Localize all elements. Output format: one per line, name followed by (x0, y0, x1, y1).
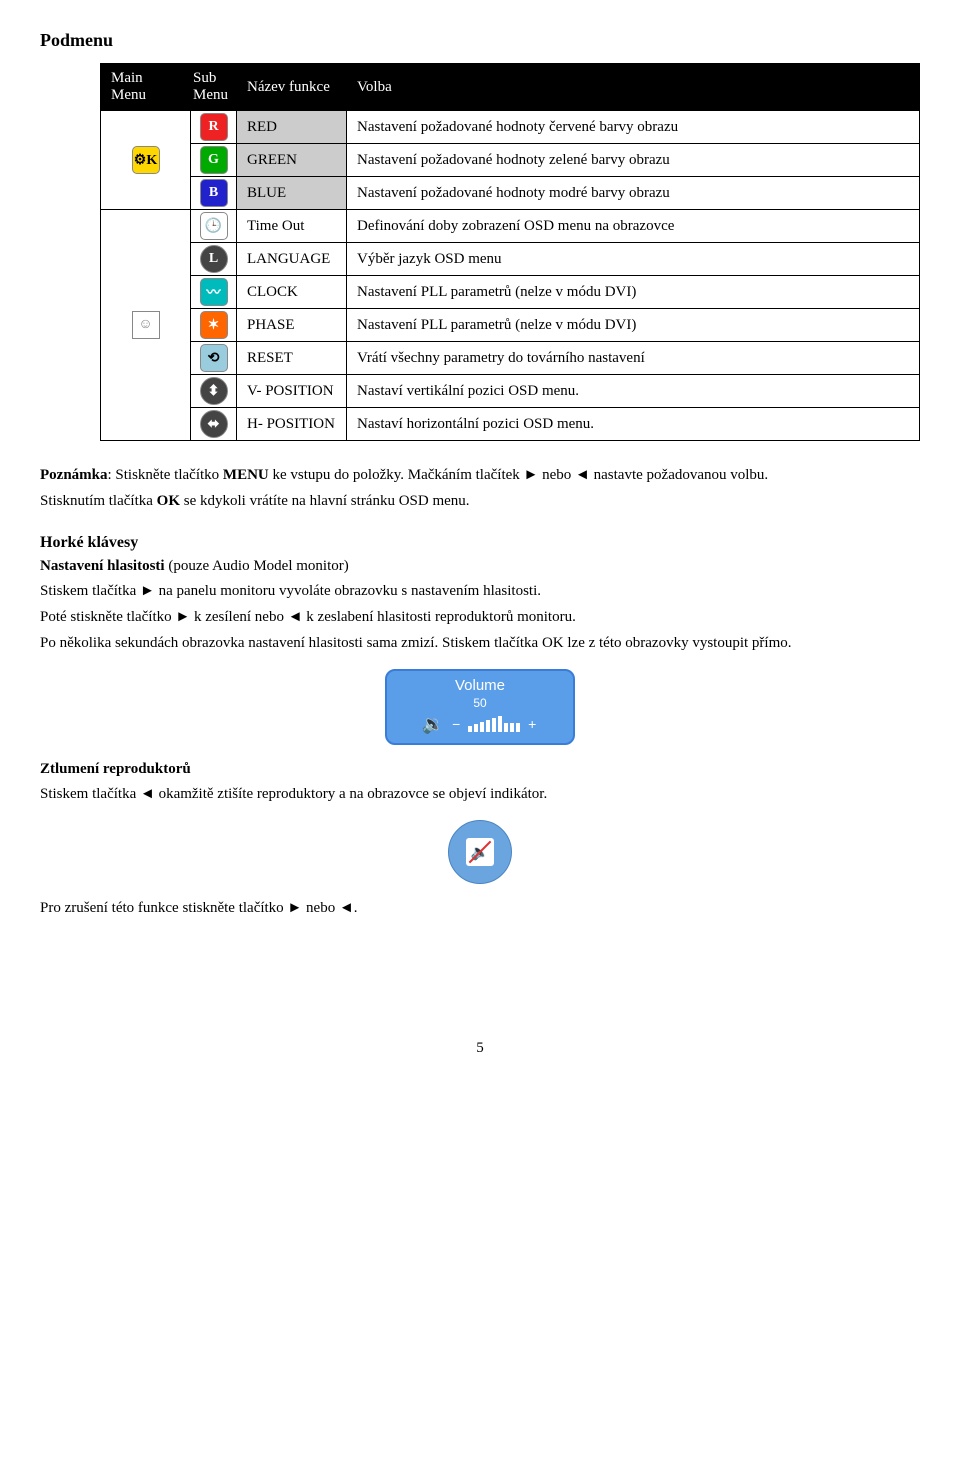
note-text: Stisknutím tlačítka (40, 493, 157, 509)
page-heading-podmenu: Podmenu (40, 30, 920, 51)
func-label: LANGUAGE (237, 243, 347, 276)
mute-p1: Stiskem tlačítka ◄ okamžitě ztišíte repr… (40, 784, 920, 806)
func-desc: Nastaví horizontální pozici OSD menu. (347, 408, 920, 441)
table-row: B BLUE Nastavení požadované hodnoty modr… (101, 177, 920, 210)
note-text: se kdykoli vrátíte na hlavní stránku OSD… (180, 493, 470, 509)
note-text: ke vstupu do položky. Mačkáním tlačítek … (269, 467, 768, 483)
func-desc: Definování doby zobrazení OSD menu na ob… (347, 210, 920, 243)
language-icon: L (200, 245, 228, 273)
reset-icon: ⟲ (200, 344, 228, 372)
ok-bold: OK (157, 493, 180, 509)
minus-icon: − (450, 716, 462, 732)
func-label: V- POSITION (237, 375, 347, 408)
func-desc: Nastavení PLL parametrů (nelze v módu DV… (347, 276, 920, 309)
func-desc: Nastavení požadované hodnoty červené bar… (347, 111, 920, 144)
vposition-icon: ⬍ (200, 377, 228, 405)
table-row: 〰 CLOCK Nastavení PLL parametrů (nelze v… (101, 276, 920, 309)
func-label: GREEN (237, 144, 347, 177)
color-menu-icon: ⚙K (132, 146, 160, 174)
func-label: CLOCK (237, 276, 347, 309)
func-label: H- POSITION (237, 408, 347, 441)
blue-icon: B (200, 179, 228, 207)
th-sub-menu: Sub Menu (191, 64, 237, 111)
volume-bar-row: 🔉 − + (395, 714, 565, 735)
red-icon: R (200, 113, 228, 141)
volume-bars-icon (468, 716, 520, 732)
note-prefix: Poznámka (40, 467, 108, 483)
func-desc: Nastavení PLL parametrů (nelze v módu DV… (347, 309, 920, 342)
func-desc: Nastaví vertikální pozici OSD menu. (347, 375, 920, 408)
table-row: ⬍ V- POSITION Nastaví vertikální pozici … (101, 375, 920, 408)
volume-value: 50 (395, 696, 565, 710)
th-option: Volba (347, 64, 920, 111)
volume-osd-widget: Volume 50 🔉 − + (385, 669, 575, 745)
clock-icon: 🕒 (200, 212, 228, 240)
note-text: : Stiskněte tlačítko (108, 467, 223, 483)
hposition-icon: ⬌ (200, 410, 228, 438)
func-label: BLUE (237, 177, 347, 210)
func-desc: Nastavení požadované hodnoty zelené barv… (347, 144, 920, 177)
volume-title: Volume (395, 677, 565, 694)
volume-bold: Nastavení hlasitosti (40, 558, 165, 574)
table-row: ⚙K R RED Nastavení požadované hodnoty če… (101, 111, 920, 144)
speaker-muted-icon: 🔈 (466, 838, 494, 866)
table-row: ⬌ H- POSITION Nastaví horizontální pozic… (101, 408, 920, 441)
page-number: 5 (40, 1040, 920, 1057)
table-row: L LANGUAGE Výběr jazyk OSD menu (101, 243, 920, 276)
green-icon: G (200, 146, 228, 174)
th-main-menu: Main Menu (101, 64, 191, 111)
speaker-icon: 🔉 (422, 714, 444, 735)
hotkeys-heading: Horké klávesy (40, 534, 920, 552)
func-label: RED (237, 111, 347, 144)
func-desc: Vrátí všechny parametry do továrního nas… (347, 342, 920, 375)
table-row: ✶ PHASE Nastavení PLL parametrů (nelze v… (101, 309, 920, 342)
func-desc: Výběr jazyk OSD menu (347, 243, 920, 276)
table-row: ⟲ RESET Vrátí všechny parametry do továr… (101, 342, 920, 375)
hotkeys-p3: Po několika sekundách obrazovka nastaven… (40, 633, 920, 655)
func-label: PHASE (237, 309, 347, 342)
table-row: ☺ 🕒 Time Out Definování doby zobrazení O… (101, 210, 920, 243)
mute-heading: Ztlumení reproduktorů (40, 759, 920, 781)
osd-menu-icon: ☺ (132, 311, 160, 339)
table-row: G GREEN Nastavení požadované hodnoty zel… (101, 144, 920, 177)
menu-bold: MENU (223, 467, 269, 483)
func-label: Time Out (237, 210, 347, 243)
th-function-name: Název funkce (237, 64, 347, 111)
volume-rest: (pouze Audio Model monitor) (165, 558, 349, 574)
submenu-table: Main Menu Sub Menu Název funkce Volba ⚙K… (100, 63, 920, 441)
plus-icon: + (526, 716, 538, 732)
note-paragraph-2: Stisknutím tlačítka OK se kdykoli vrátít… (40, 491, 920, 513)
func-desc: Nastavení požadované hodnoty modré barvy… (347, 177, 920, 210)
wave-icon: 〰 (200, 278, 228, 306)
hotkeys-p1: Stiskem tlačítka ► na panelu monitoru vy… (40, 581, 920, 603)
volume-subheading: Nastavení hlasitosti (pouze Audio Model … (40, 556, 920, 578)
phase-icon: ✶ (200, 311, 228, 339)
func-label: RESET (237, 342, 347, 375)
hotkeys-p2: Poté stiskněte tlačítko ► k zesílení neb… (40, 607, 920, 629)
mute-indicator-icon: 🔈 (448, 820, 512, 884)
note-paragraph-1: Poznámka: Stiskněte tlačítko MENU ke vst… (40, 465, 920, 487)
cancel-paragraph: Pro zrušení této funkce stiskněte tlačít… (40, 898, 920, 920)
